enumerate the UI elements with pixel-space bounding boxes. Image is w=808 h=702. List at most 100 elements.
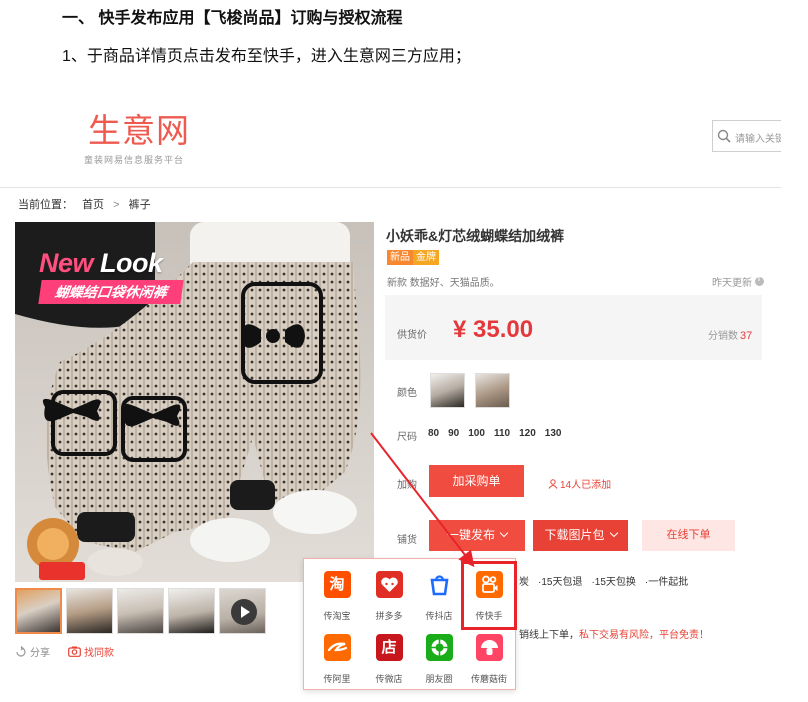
- breadcrumb-home[interactable]: 首页: [82, 199, 104, 211]
- price-label: 供货价: [397, 330, 427, 341]
- price-value: ¥ 35.00: [453, 316, 534, 343]
- new-look-title: New Look: [39, 248, 163, 279]
- service-item: ·15天包退: [538, 577, 583, 588]
- douyin-store-icon: [425, 571, 453, 598]
- publish-option-label: 传淘宝: [323, 611, 351, 621]
- distribution-number: 37: [740, 330, 753, 342]
- search-input[interactable]: 请输入关键: [735, 130, 781, 145]
- added-count: 14人已添加: [548, 476, 611, 491]
- share-icon: [16, 645, 26, 657]
- download-images-button[interactable]: 下载图片包: [533, 520, 628, 551]
- weidian-glyph: 店: [381, 639, 397, 656]
- search-icon: [717, 129, 731, 143]
- publish-to-mogujie[interactable]: 传蘑菇街: [464, 632, 514, 685]
- service-item: ·一件起批: [644, 577, 689, 588]
- publish-to-moments[interactable]: 朋友圈: [414, 632, 464, 685]
- new-badge: 新品: [387, 250, 413, 265]
- doc-step-1: 1、于商品详情页点击发布至快手，进入生意网三方应用；: [62, 48, 471, 65]
- notice-plain: 销线上下单，: [519, 630, 579, 641]
- update-text: 昨天更新: [712, 278, 752, 289]
- publish-option-label: 传微店: [375, 674, 403, 684]
- product-page-screenshot: 生意网 童装网易信息服务平台 请输入关键 当前位置： 首页 > 裤子 New L…: [0, 90, 781, 702]
- publish-option-label: 传阿里: [323, 674, 351, 684]
- taobao-glyph: 淘: [329, 576, 345, 593]
- add-to-purchase-list-button[interactable]: 加采购单: [429, 465, 524, 497]
- publish-menu: 淘 传淘宝 拼多多 传抖店 传快手 传阿里 店 传微店 朋友圈 传蘑菇街: [303, 558, 517, 690]
- publish-to-weidian[interactable]: 店 传微店: [364, 632, 414, 685]
- thumbnail[interactable]: [117, 588, 164, 634]
- taobao-icon: 淘: [323, 571, 351, 598]
- added-count-text: 14人已添加: [560, 480, 612, 491]
- alibaba-icon: [323, 634, 351, 661]
- thumbnail[interactable]: [66, 588, 113, 634]
- find-same-button[interactable]: 找同款: [68, 644, 114, 659]
- service-item: 炭: [519, 577, 529, 588]
- info-icon[interactable]: [755, 276, 764, 286]
- chevron-down-icon: [499, 528, 509, 538]
- video-thumbnail[interactable]: [219, 588, 266, 634]
- site-logo[interactable]: 生意网: [88, 104, 190, 152]
- download-button-label: 下载图片包: [544, 528, 605, 542]
- mogujie-icon: [475, 634, 503, 661]
- size-option[interactable]: 130: [545, 428, 562, 439]
- breadcrumb-label: 当前位置：: [18, 199, 73, 211]
- publish-option-label: 传抖店: [425, 611, 453, 621]
- share-button[interactable]: 分享: [15, 644, 50, 659]
- size-label: 尺码: [397, 432, 417, 443]
- breadcrumb-separator: >: [113, 199, 120, 211]
- size-option[interactable]: 110: [494, 428, 510, 439]
- breadcrumb: 当前位置： 首页 > 裤子: [18, 196, 157, 212]
- size-option[interactable]: 90: [448, 428, 459, 439]
- publish-button-label: 一键发布: [446, 528, 495, 542]
- new-look-new: New: [39, 248, 94, 278]
- user-icon: [548, 478, 558, 489]
- color-swatch[interactable]: [430, 373, 465, 408]
- service-item: ·15天包换: [591, 577, 636, 588]
- product-description: 新款 数据好、天猫品质。: [387, 278, 500, 289]
- header-divider: [0, 187, 781, 188]
- product-main-image[interactable]: New Look 蝴蝶结口袋休闲裤: [15, 222, 374, 582]
- moments-icon: [425, 634, 453, 661]
- price-box: 供货价 ¥ 35.00 分销数 37: [385, 295, 762, 360]
- publish-to-pinduoduo[interactable]: 拼多多: [364, 569, 414, 622]
- publish-option-label: 拼多多: [375, 611, 403, 621]
- weidian-icon: 店: [375, 634, 403, 661]
- thumbnail[interactable]: [168, 588, 215, 634]
- find-same-label: 找同款: [84, 648, 114, 659]
- new-look-look: Look: [100, 248, 163, 278]
- publish-option-label: 传蘑菇街: [470, 674, 507, 684]
- thumbnail[interactable]: [15, 588, 62, 634]
- gold-badge: 金牌: [413, 250, 439, 265]
- update-status: 昨天更新: [712, 274, 764, 289]
- site-slogan: 童装网易信息服务平台: [84, 155, 185, 165]
- order-online-button[interactable]: 在线下单: [642, 520, 735, 551]
- share-label: 分享: [30, 648, 50, 659]
- camera-icon: [68, 646, 81, 657]
- cart-label: 加购: [397, 480, 417, 491]
- service-list: 炭 ·15天包退 ·15天包换 ·一件起批: [519, 573, 688, 588]
- publish-label: 铺货: [397, 535, 417, 546]
- product-title: 小妖乖&灯芯绒蝴蝶结加绒裤: [386, 228, 565, 244]
- publish-option-label: 朋友圈: [425, 674, 453, 684]
- distribution-label: 分销数: [708, 331, 738, 342]
- search-box[interactable]: 请输入关键: [712, 120, 781, 152]
- publish-to-alibaba[interactable]: 传阿里: [312, 632, 362, 685]
- notice-warning: 私下交易有风险，平台免责！: [579, 630, 709, 641]
- publish-to-taobao[interactable]: 淘 传淘宝: [312, 569, 362, 622]
- play-icon[interactable]: [231, 599, 257, 625]
- one-click-publish-button[interactable]: 一键发布: [429, 520, 525, 551]
- trade-notice: 销线上下单，私下交易有风险，平台免责！: [519, 626, 709, 641]
- breadcrumb-category[interactable]: 裤子: [129, 199, 151, 211]
- annotation-highlight-box: [461, 561, 517, 630]
- product-banner: 蝴蝶结口袋休闲裤: [38, 280, 184, 304]
- pinduoduo-icon: [375, 571, 403, 598]
- chevron-down-icon: [609, 528, 618, 538]
- distribution-count: 分销数 37: [708, 327, 752, 342]
- size-option[interactable]: 100: [468, 428, 485, 439]
- color-label: 颜色: [397, 388, 417, 399]
- publish-to-douyin-store[interactable]: 传抖店: [414, 569, 464, 622]
- doc-heading: 一、 快手发布应用【飞梭尚品】订购与授权流程: [62, 10, 403, 27]
- size-option[interactable]: 120: [519, 428, 536, 439]
- color-swatch[interactable]: [475, 373, 510, 408]
- size-option[interactable]: 80: [428, 428, 439, 439]
